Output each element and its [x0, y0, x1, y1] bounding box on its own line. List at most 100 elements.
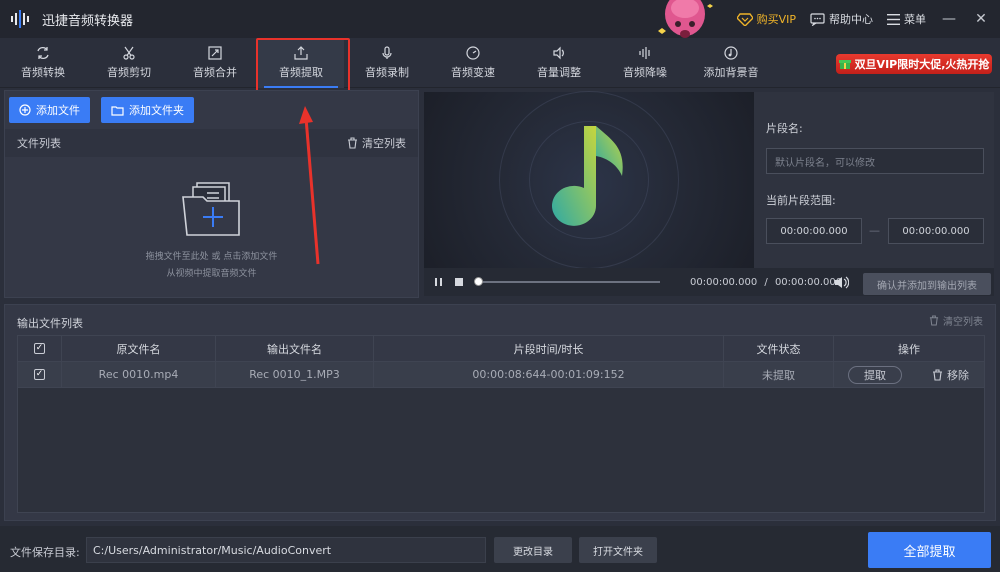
buy-vip-link[interactable]: 购买VIP	[736, 11, 796, 27]
pause-icon[interactable]	[434, 277, 444, 287]
segment-name-label: 片段名:	[766, 122, 803, 135]
scissors-icon	[123, 46, 135, 60]
app-logo-icon	[8, 6, 34, 32]
tab-label: 音频变速	[451, 66, 495, 79]
tab-audio-convert[interactable]: 音频转换	[0, 38, 86, 88]
chat-icon	[810, 12, 825, 26]
tab-label: 音频合并	[193, 66, 237, 79]
close-button[interactable]: ✕	[972, 11, 990, 27]
promo-banner[interactable]: 双旦VIP限时大促,火热开抢	[836, 54, 992, 74]
progress-slider[interactable]	[474, 277, 660, 286]
minimize-button[interactable]: —	[940, 11, 958, 27]
tab-audio-speed[interactable]: 音频变速	[430, 38, 516, 88]
convert-icon	[37, 46, 49, 60]
segment-range-label: 当前片段范围:	[766, 194, 836, 207]
extract-button[interactable]: 提取	[848, 365, 902, 384]
output-clear-button[interactable]: 清空列表	[929, 313, 983, 328]
add-file-button[interactable]: 添加文件	[9, 97, 90, 123]
tab-volume-adjust[interactable]: 音量调整	[516, 38, 602, 88]
title-bar: 迅捷音频转换器 购买VIP 帮助中心 菜单 — ✕	[0, 0, 1000, 38]
table-header: ✓ 原文件名 输出文件名 片段时间/时长 文件状态 操作	[18, 336, 984, 362]
music-note-icon	[552, 126, 623, 226]
select-all-checkbox[interactable]: ✓	[34, 343, 45, 354]
range-separator: —	[869, 224, 880, 237]
file-list-title: 文件列表	[17, 137, 61, 150]
column-header: 文件状态	[724, 336, 834, 361]
extract-all-button[interactable]: 全部提取	[868, 532, 991, 568]
microphone-icon	[382, 46, 392, 59]
volume-icon	[553, 46, 564, 60]
tab-label: 音频转换	[21, 66, 65, 79]
current-time: 00:00:00.000	[690, 277, 758, 288]
clear-list-label: 清空列表	[362, 137, 406, 150]
header-checkbox-cell[interactable]: ✓	[18, 336, 62, 361]
promo-label: 双旦VIP限时大促,火热开抢	[854, 58, 990, 71]
plus-circle-icon	[19, 104, 31, 116]
output-table: ✓ 原文件名 输出文件名 片段时间/时长 文件状态 操作 ✓ Rec 0010.…	[17, 335, 985, 513]
file-input-panel: 添加文件 添加文件夹 文件列表 清空列表 拖拽文件至此处 或 点击添加文件 从视…	[4, 90, 419, 298]
remove-label: 移除	[947, 368, 969, 382]
tab-audio-cut[interactable]: 音频剪切	[86, 38, 172, 88]
gift-icon	[838, 60, 851, 69]
confirm-add-output-button[interactable]: 确认并添加到输出列表	[863, 273, 991, 295]
tab-noise-reduction[interactable]: 音频降噪	[602, 38, 688, 88]
add-folder-button[interactable]: 添加文件夹	[101, 97, 194, 123]
tab-label: 音量调整	[537, 66, 581, 79]
hamburger-icon	[887, 13, 900, 25]
add-file-label: 添加文件	[36, 104, 80, 117]
stop-icon[interactable]	[454, 277, 464, 287]
segment-name-input[interactable]: 默认片段名，可以修改	[766, 148, 984, 174]
speed-icon	[466, 46, 480, 60]
progress-knob[interactable]	[474, 277, 483, 286]
menu-button[interactable]: 菜单	[887, 11, 926, 27]
time-readout: 00:00:00.000 / 00:00:00.000	[690, 277, 842, 288]
add-folder-illustration-icon	[181, 182, 240, 236]
volume-icon[interactable]	[834, 276, 849, 289]
trash-icon	[348, 137, 357, 149]
time-separator: /	[764, 277, 768, 288]
trash-icon	[933, 368, 942, 381]
file-list-header: 文件列表 清空列表	[5, 129, 418, 157]
add-folder-label: 添加文件夹	[129, 104, 184, 117]
clear-list-button[interactable]: 清空列表	[347, 135, 406, 151]
drop-hint-secondary: 从视频中提取音频文件	[166, 269, 257, 279]
noise-icon	[639, 47, 650, 59]
tab-audio-record[interactable]: 音频录制	[344, 38, 430, 88]
drop-hint-primary: 拖拽文件至此处 或 点击添加文件	[145, 252, 278, 262]
output-filename: Rec 0010_1.MP3	[216, 362, 374, 387]
segment-start-input[interactable]: 00:00:00.000	[766, 218, 862, 244]
trash-icon	[929, 315, 939, 326]
column-header: 操作	[898, 342, 920, 356]
tab-audio-merge[interactable]: 音频合并	[172, 38, 258, 88]
app-title: 迅捷音频转换器	[42, 13, 134, 29]
tab-label: 音频录制	[365, 66, 409, 79]
column-header: 输出文件名	[216, 336, 374, 361]
segment-duration: 00:00:08:644-00:01:09:152	[374, 362, 724, 387]
music-note-icon	[724, 46, 738, 60]
row-checkbox[interactable]: ✓	[34, 369, 45, 380]
help-center-link[interactable]: 帮助中心	[810, 11, 873, 27]
help-center-label: 帮助中心	[829, 13, 873, 26]
file-status: 未提取	[724, 362, 834, 387]
save-path-input[interactable]: C:/Users/Administrator/Music/AudioConver…	[86, 537, 486, 563]
row-actions: 提取 移除	[834, 362, 984, 387]
output-list-panel: 输出文件列表 清空列表 ✓ 原文件名 输出文件名 片段时间/时长 文件状态 操作…	[4, 304, 996, 521]
column-header: 片段时间/时长	[374, 336, 724, 361]
tab-label: 添加背景音	[703, 66, 759, 79]
tab-add-background[interactable]: 添加背景音	[688, 38, 774, 88]
file-drop-zone[interactable]: 拖拽文件至此处 或 点击添加文件 从视频中提取音频文件	[5, 157, 418, 297]
remove-button[interactable]: 移除	[932, 367, 969, 383]
output-clear-label: 清空列表	[943, 317, 983, 328]
table-row[interactable]: ✓ Rec 0010.mp4 Rec 0010_1.MP3 00:00:08:6…	[18, 362, 984, 388]
change-directory-button[interactable]: 更改目录	[494, 537, 572, 563]
buy-vip-label: 购买VIP	[756, 13, 796, 26]
row-checkbox-cell[interactable]: ✓	[18, 362, 62, 387]
tab-label: 音频剪切	[107, 66, 151, 79]
segment-end-input[interactable]: 00:00:00.000	[888, 218, 984, 244]
output-list-title: 输出文件列表	[17, 317, 83, 330]
open-folder-button[interactable]: 打开文件夹	[579, 537, 657, 563]
bottom-bar: 文件保存目录: C:/Users/Administrator/Music/Aud…	[0, 526, 1000, 572]
preview-area	[424, 91, 754, 269]
folder-icon	[111, 105, 124, 116]
segment-panel: 片段名: 默认片段名，可以修改 当前片段范围: 00:00:00.000 — 0…	[754, 92, 994, 268]
